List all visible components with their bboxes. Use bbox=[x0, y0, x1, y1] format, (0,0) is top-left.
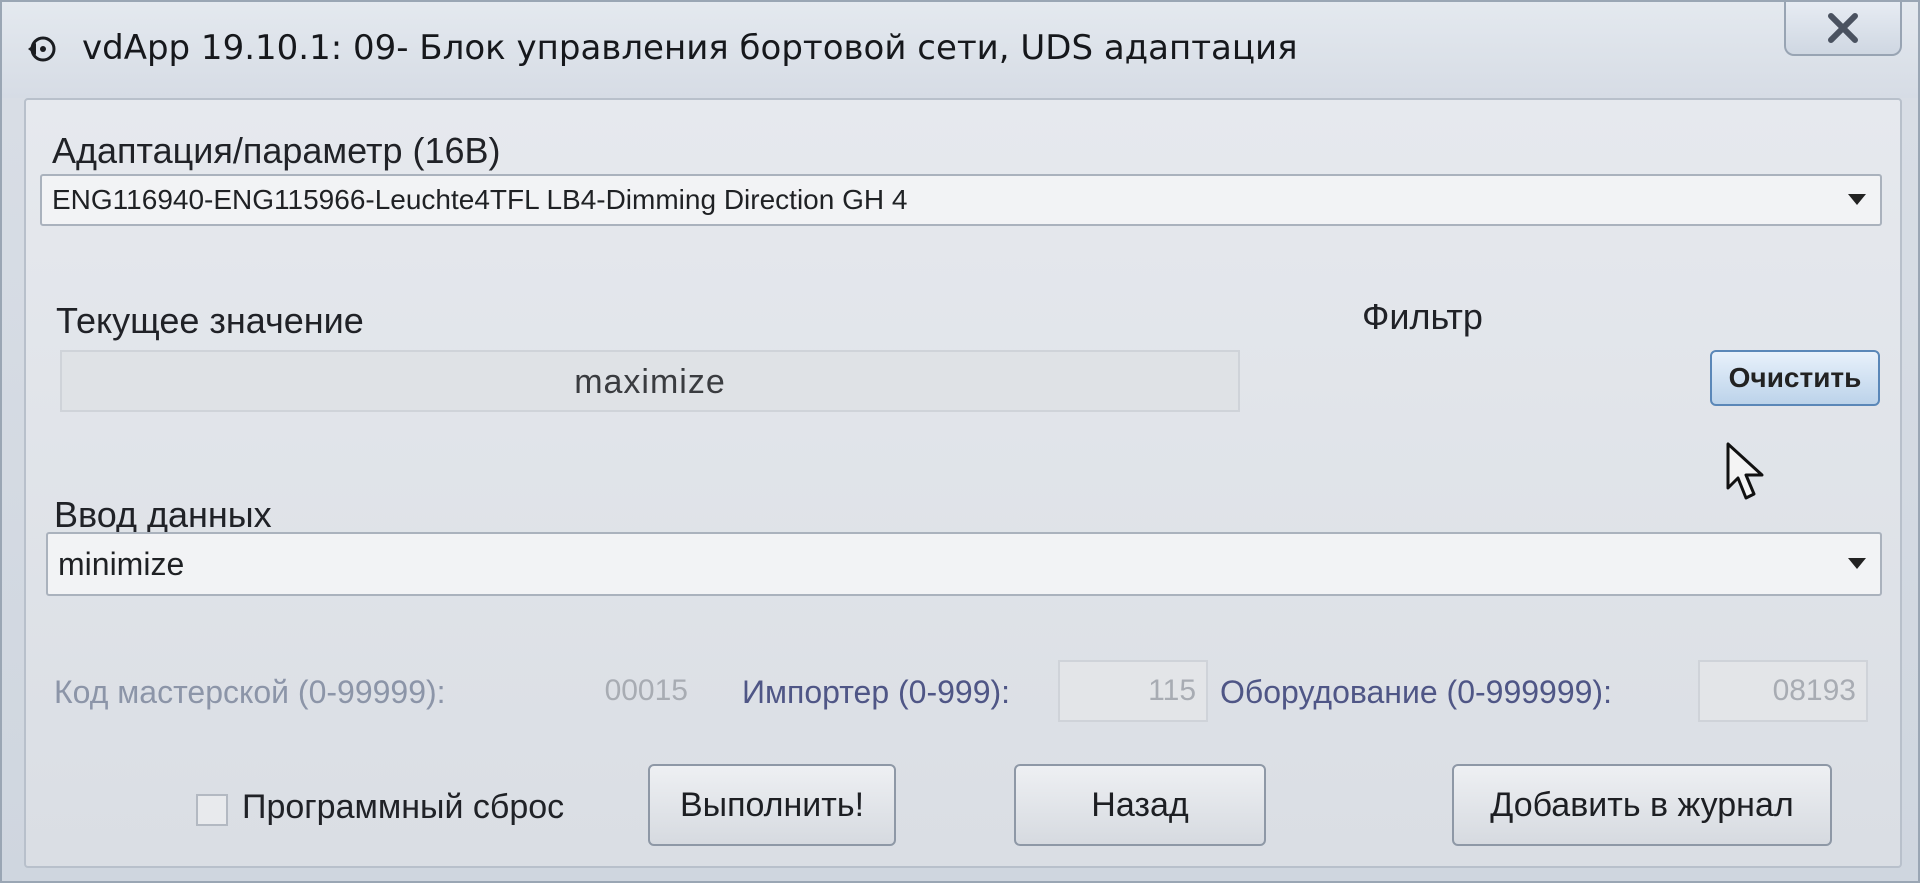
equipment-field[interactable]: 08193 bbox=[1698, 660, 1868, 722]
window-title: vdApp 19.10.1: 09- Блок управления борто… bbox=[82, 28, 1298, 68]
adaptation-label: Адаптация/параметр (16B) bbox=[52, 130, 501, 171]
workshop-code-field[interactable]: 00015 bbox=[524, 660, 700, 722]
importer-label: Импортер (0-999): bbox=[742, 674, 1011, 710]
app-logo-icon bbox=[28, 36, 56, 62]
data-input-label: Ввод данных bbox=[54, 494, 272, 535]
current-value-field: maximize bbox=[60, 350, 1240, 412]
data-input-select[interactable]: minimize bbox=[46, 532, 1882, 596]
title-bar: vdApp 19.10.1: 09- Блок управления борто… bbox=[2, 2, 1918, 98]
chevron-down-icon bbox=[1848, 558, 1866, 569]
equipment-label: Оборудование (0-999999): bbox=[1220, 674, 1612, 710]
adaptation-select[interactable]: ENG116940-ENG115966-Leuchte4TFL LB4-Dimm… bbox=[40, 174, 1882, 226]
chevron-down-icon bbox=[1848, 194, 1866, 205]
add-to-log-label: Добавить в журнал bbox=[1490, 785, 1794, 824]
software-reset-label: Программный сброс bbox=[242, 788, 565, 826]
mouse-cursor-icon bbox=[1726, 442, 1764, 500]
execute-button[interactable]: Выполнить! bbox=[648, 764, 896, 846]
importer-field[interactable]: 115 bbox=[1058, 660, 1208, 722]
clear-filter-label: Очистить bbox=[1728, 362, 1862, 393]
software-reset-checkbox[interactable] bbox=[196, 794, 228, 826]
back-button[interactable]: Назад bbox=[1014, 764, 1266, 846]
current-value-text: maximize bbox=[574, 363, 726, 401]
workshop-code-label: Код мастерской (0-99999): bbox=[54, 674, 446, 710]
app-window: vdApp 19.10.1: 09- Блок управления борто… bbox=[0, 0, 1920, 883]
add-to-log-button[interactable]: Добавить в журнал bbox=[1452, 764, 1832, 846]
close-icon bbox=[1828, 13, 1858, 43]
execute-button-label: Выполнить! bbox=[679, 785, 865, 824]
data-input-select-value: minimize bbox=[58, 545, 185, 582]
current-value-label: Текущее значение bbox=[56, 300, 364, 341]
dialog-content: Адаптация/параметр (16B) ENG116940-ENG11… bbox=[24, 98, 1902, 868]
filter-label: Фильтр bbox=[1362, 296, 1483, 337]
adaptation-select-value: ENG116940-ENG115966-Leuchte4TFL LB4-Dimm… bbox=[52, 184, 908, 215]
close-button[interactable] bbox=[1784, 2, 1902, 56]
back-button-label: Назад bbox=[1091, 785, 1189, 824]
clear-filter-button[interactable]: Очистить bbox=[1710, 350, 1880, 406]
